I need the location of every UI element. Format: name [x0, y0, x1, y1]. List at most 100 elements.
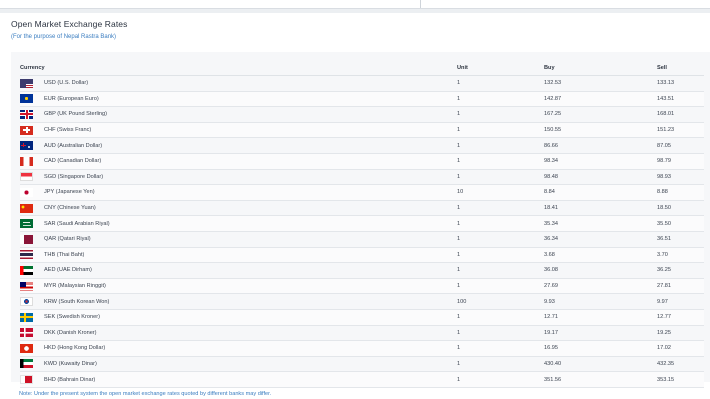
- currency-cell: SGD (Singapore Dollar): [20, 169, 457, 186]
- sg-flag-icon: [20, 172, 33, 182]
- buy-cell: 36.34: [544, 231, 657, 248]
- currency-cell: BHD (Bahrain Dinar): [20, 371, 457, 388]
- currency-cell: USD (U.S. Dollar): [20, 75, 457, 92]
- buy-cell: 86.66: [544, 137, 657, 154]
- currency-cell: SAR (Saudi Arabian Riyal): [20, 215, 457, 232]
- currency-name: USD (U.S. Dollar): [44, 80, 89, 87]
- sell-cell: 151.23: [657, 122, 704, 139]
- currency-cell: EUR (European Euro): [20, 91, 457, 108]
- currency-name: MYR (Malaysian Ringgit): [44, 283, 106, 290]
- unit-cell: 1: [457, 247, 544, 264]
- buy-cell: 27.69: [544, 278, 657, 295]
- unit-cell: 1: [457, 231, 544, 248]
- currency-cell: KWD (Kuwaity Dinar): [20, 356, 457, 373]
- table-row: KRW (South Korean Won) 100 9.93 9.97: [20, 293, 704, 310]
- buy-cell: 3.68: [544, 247, 657, 264]
- currency-cell: MYR (Malaysian Ringgit): [20, 278, 457, 295]
- header-unit: Unit: [457, 60, 544, 76]
- sell-cell: 133.13: [657, 75, 704, 92]
- unit-cell: 1: [457, 137, 544, 154]
- currency-cell-inner: CNY (Chinese Yuan): [20, 201, 457, 216]
- unit-cell: 1: [457, 153, 544, 170]
- unit-cell: 1: [457, 262, 544, 279]
- th-flag-icon: [20, 250, 33, 260]
- sell-cell: 36.25: [657, 262, 704, 279]
- unit-cell: 1: [457, 371, 544, 388]
- unit-cell: 1: [457, 169, 544, 186]
- unit-cell: 1: [457, 340, 544, 357]
- table-row: AED (UAE Dirham) 1 36.08 36.25: [20, 262, 704, 279]
- disclaimer-note: Note: Under the present system the open …: [19, 391, 272, 397]
- currency-cell-inner: SEK (Swedish Kroner): [20, 310, 457, 325]
- currency-cell: CNY (Chinese Yuan): [20, 200, 457, 217]
- currency-cell-inner: CAD (Canadian Dollar): [20, 154, 457, 169]
- bh-flag-icon: [20, 375, 33, 385]
- kr-flag-icon: [20, 297, 33, 307]
- currency-name: CHF (Swiss Franc): [44, 127, 92, 134]
- header-currency: Currency: [20, 60, 457, 76]
- currency-cell: THB (Thai Baht): [20, 247, 457, 264]
- header-buy: Buy: [544, 60, 657, 76]
- currency-cell: CHF (Swiss Franc): [20, 122, 457, 139]
- top-strip: [0, 0, 710, 9]
- table-row: DKK (Danish Kroner) 1 19.17 19.25: [20, 325, 704, 342]
- sell-cell: 143.51: [657, 91, 704, 108]
- currency-cell-inner: MYR (Malaysian Ringgit): [20, 279, 457, 294]
- currency-name: SGD (Singapore Dollar): [44, 173, 104, 180]
- unit-cell: 1: [457, 215, 544, 232]
- buy-cell: 132.53: [544, 75, 657, 92]
- au-flag-icon: [20, 141, 33, 151]
- table-row: SGD (Singapore Dollar) 1 98.48 98.93: [20, 169, 704, 186]
- buy-cell: 12.71: [544, 309, 657, 326]
- unit-cell: 1: [457, 325, 544, 342]
- unit-cell: 1: [457, 278, 544, 295]
- currency-cell-inner: QAR (Qatari Riyal): [20, 232, 457, 247]
- ae-flag-icon: [20, 265, 33, 275]
- rates-table: Currency Unit Buy Sell USD (U.S. Dollar)…: [20, 60, 704, 388]
- currency-cell-inner: SAR (Saudi Arabian Riyal): [20, 216, 457, 231]
- currency-cell: DKK (Danish Kroner): [20, 325, 457, 342]
- divider: [420, 0, 421, 8]
- buy-cell: 150.55: [544, 122, 657, 139]
- sell-cell: 12.77: [657, 309, 704, 326]
- eu-flag-icon: [20, 94, 33, 104]
- rates-body: USD (U.S. Dollar) 1 132.53 133.13 EUR (Europ…: [20, 75, 704, 388]
- my-flag-icon: [20, 281, 33, 291]
- currency-cell-inner: AUD (Australian Dollar): [20, 138, 457, 153]
- table-row: MYR (Malaysian Ringgit) 1 27.69 27.81: [20, 278, 704, 295]
- sell-cell: 35.50: [657, 215, 704, 232]
- sell-cell: 168.01: [657, 106, 704, 123]
- page-title: Open Market Exchange Rates: [11, 19, 128, 29]
- sell-cell: 98.93: [657, 169, 704, 186]
- currency-name: DKK (Danish Kroner): [44, 329, 97, 336]
- unit-cell: 1: [457, 91, 544, 108]
- currency-cell-inner: JPY (Japanese Yen): [20, 185, 457, 200]
- currency-cell-inner: BHD (Bahrain Dinar): [20, 372, 457, 387]
- currency-name: THB (Thai Baht): [44, 251, 85, 258]
- sell-cell: 432.35: [657, 356, 704, 373]
- currency-name: QAR (Qatari Riyal): [44, 236, 91, 243]
- currency-name: CAD (Canadian Dollar): [44, 158, 102, 165]
- buy-cell: 142.87: [544, 91, 657, 108]
- currency-cell-inner: KRW (South Korean Won): [20, 294, 457, 309]
- hk-flag-icon: [20, 343, 33, 353]
- currency-name: AUD (Australian Dollar): [44, 142, 103, 149]
- se-flag-icon: [20, 312, 33, 322]
- jp-flag-icon: [20, 187, 33, 197]
- currency-cell-inner: KWD (Kuwaity Dinar): [20, 357, 457, 372]
- unit-cell: 1: [457, 200, 544, 217]
- table-row: CNY (Chinese Yuan) 1 18.41 18.50: [20, 200, 704, 217]
- table-row: USD (U.S. Dollar) 1 132.53 133.13: [20, 75, 704, 92]
- sell-cell: 17.02: [657, 340, 704, 357]
- unit-cell: 1: [457, 106, 544, 123]
- currency-name: KRW (South Korean Won): [44, 298, 110, 305]
- currency-cell: CAD (Canadian Dollar): [20, 153, 457, 170]
- unit-cell: 100: [457, 293, 544, 310]
- sell-cell: 19.25: [657, 325, 704, 342]
- buy-cell: 16.95: [544, 340, 657, 357]
- currency-cell: KRW (South Korean Won): [20, 293, 457, 310]
- sell-cell: 18.50: [657, 200, 704, 217]
- buy-cell: 19.17: [544, 325, 657, 342]
- unit-cell: 10: [457, 184, 544, 201]
- buy-cell: 351.56: [544, 371, 657, 388]
